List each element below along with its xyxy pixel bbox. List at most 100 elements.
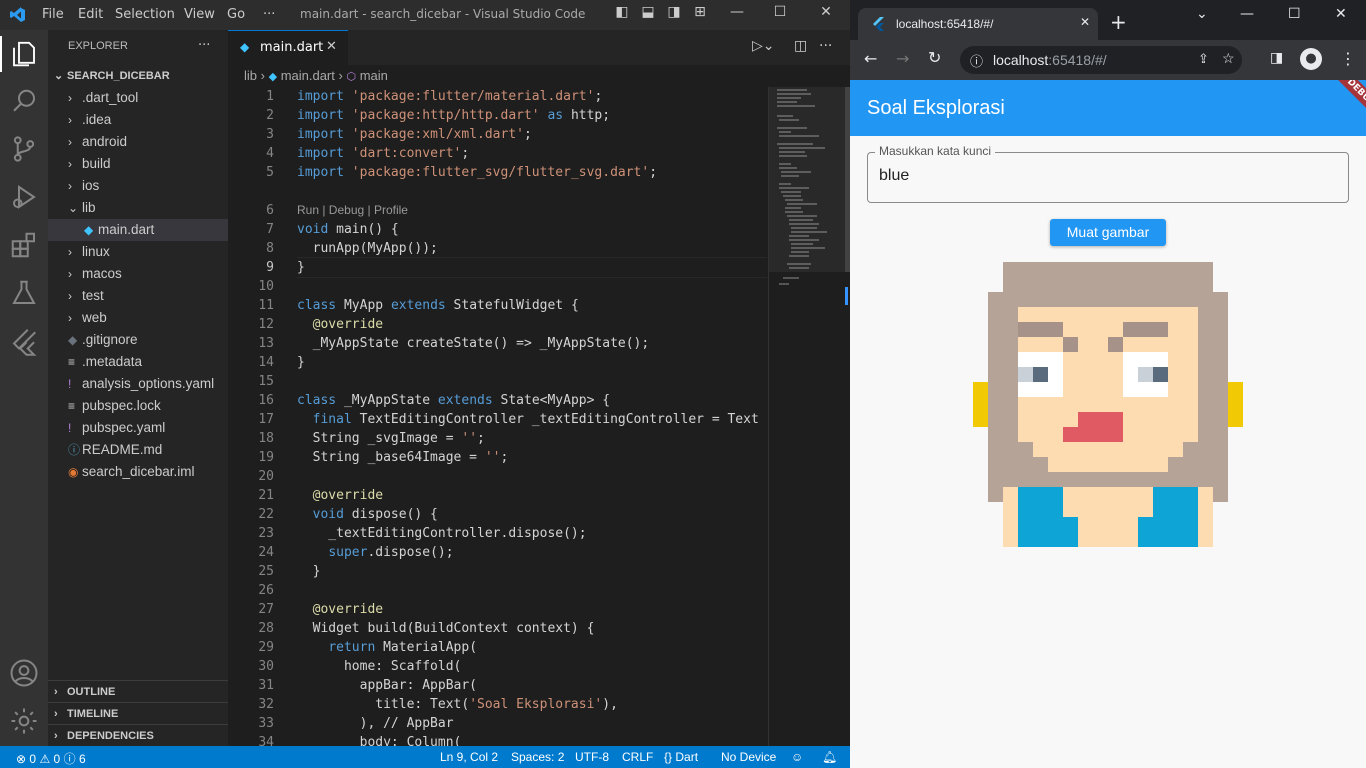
tab-close-icon[interactable]: ✕ — [326, 39, 337, 54]
menu-selection[interactable]: Selection — [115, 7, 175, 22]
customize-layout-icon[interactable]: ⊞ — [689, 4, 711, 26]
flutter-icon[interactable] — [9, 326, 39, 356]
explorer-item[interactable]: ⓘ README.md — [48, 439, 228, 461]
bookmark-star-icon[interactable]: ☆ — [1222, 50, 1235, 67]
explorer-item[interactable]: ◉ search_dicebar.iml — [48, 461, 228, 483]
explorer-item[interactable]: › .dart_tool — [48, 87, 228, 109]
explorer-item[interactable]: ◆ .gitignore — [48, 329, 228, 351]
explorer-item[interactable]: ! analysis_options.yaml — [48, 373, 228, 395]
toggle-secondary-sidebar-icon[interactable]: ◨ — [663, 4, 685, 26]
site-info-icon[interactable]: ⓘ — [970, 51, 983, 70]
tab-main-dart[interactable]: ◆ main.dart ✕ — [228, 30, 348, 65]
toggle-sidebar-icon[interactable]: ◧ — [611, 4, 633, 26]
explorer-item[interactable]: › test — [48, 285, 228, 307]
cursor-position[interactable]: Ln 9, Col 2 — [440, 750, 498, 764]
menu-edit[interactable]: Edit — [78, 7, 103, 22]
device-status[interactable]: No Device — [721, 750, 776, 764]
explorer-more-button[interactable]: ··· — [198, 38, 210, 53]
eol-status[interactable]: CRLF — [622, 750, 653, 764]
feedback-icon[interactable]: ☺ — [791, 750, 803, 764]
share-icon[interactable]: ⇪ — [1198, 51, 1209, 67]
explorer-item[interactable]: ! pubspec.yaml — [48, 417, 228, 439]
explorer-item[interactable]: › build — [48, 153, 228, 175]
explorer-item[interactable]: › web — [48, 307, 228, 329]
code-line: import 'package:flutter/material.dart'; — [297, 89, 603, 104]
minimize-icon[interactable]: — — [1240, 6, 1254, 22]
breadcrumb-lib[interactable]: lib — [244, 68, 257, 83]
panel-dependencies[interactable]: › DEPENDENCIES — [48, 724, 228, 746]
info-count: 6 — [78, 752, 86, 766]
load-image-button[interactable]: Muat gambar — [1050, 219, 1166, 246]
new-tab-icon[interactable]: + — [1110, 10, 1127, 34]
breadcrumb-symbol[interactable]: main — [360, 68, 388, 83]
explorer-item[interactable]: ◆ main.dart — [48, 219, 228, 241]
back-icon[interactable]: ← — [864, 49, 877, 68]
vscode-window: File Edit Selection View Go ··· main.dar… — [0, 0, 851, 768]
maximize-icon[interactable]: ☐ — [769, 4, 791, 26]
chrome-menu-icon[interactable]: ⋮ — [1340, 49, 1356, 68]
line-number — [228, 182, 274, 201]
notifications-bell-icon[interactable]: 🔔︎ — [822, 750, 837, 764]
explorer-item[interactable]: › ios — [48, 175, 228, 197]
explorer-item[interactable]: ⌄ lib — [48, 197, 228, 219]
source-control-icon[interactable] — [9, 134, 39, 164]
keyword-text-field[interactable]: Masukkan kata kunci blue — [867, 144, 1349, 203]
extensions-icon[interactable] — [9, 230, 39, 260]
explorer-item[interactable]: › macos — [48, 263, 228, 285]
panel-outline[interactable]: › OUTLINE — [48, 680, 228, 702]
code-line: class _MyAppState extends State<MyApp> { — [297, 393, 611, 408]
browser-tab-close-icon[interactable]: ✕ — [1080, 15, 1090, 29]
explorer-icon[interactable] — [9, 39, 39, 69]
settings-gear-icon[interactable] — [9, 706, 39, 736]
tab-search-icon[interactable]: ⌄ — [1196, 6, 1208, 22]
language-status[interactable]: {} Dart — [664, 750, 698, 764]
run-debug-icon[interactable] — [9, 182, 39, 212]
problems-status[interactable]: ⊗ 0 ⚠ 0 ⓘ 6 — [16, 750, 86, 767]
code-line: Widget build(BuildContext context) { — [297, 621, 595, 636]
side-panel-icon[interactable]: ◨ — [1270, 50, 1283, 66]
line-number: 29 — [258, 640, 274, 655]
status-bar: ⊗ 0 ⚠ 0 ⓘ 6 Ln 9, Col 2 Spaces: 2 UTF-8 … — [0, 746, 850, 768]
line-number: 1 — [266, 89, 274, 104]
close-icon[interactable]: ✕ — [815, 4, 837, 26]
explorer-item[interactable]: ≡ .metadata — [48, 351, 228, 373]
run-dropdown-icon[interactable]: ▷⌄ — [752, 38, 775, 54]
editor-more-icon[interactable]: ··· — [819, 38, 832, 54]
info-icon: ⓘ — [63, 752, 76, 766]
breadcrumb-file[interactable]: main.dart — [281, 68, 335, 83]
minimize-icon[interactable]: — — [726, 4, 748, 26]
profile-avatar-icon[interactable]: ● — [1300, 48, 1322, 70]
explorer-item[interactable]: › .idea — [48, 109, 228, 131]
menu-file[interactable]: File — [42, 7, 64, 22]
menu-view[interactable]: View — [184, 7, 215, 22]
codelens[interactable]: Run | Debug | Profile — [297, 201, 767, 220]
code-line: runApp(MyApp()); — [297, 241, 438, 256]
close-icon[interactable]: ✕ — [1335, 6, 1347, 22]
menu-more[interactable]: ··· — [263, 7, 275, 22]
browser-tab[interactable]: localhost:65418/#/ ✕ — [858, 8, 1098, 40]
code-line: } — [297, 564, 321, 579]
account-icon[interactable] — [9, 658, 39, 688]
explorer-item[interactable]: › android — [48, 131, 228, 153]
indentation-status[interactable]: Spaces: 2 — [511, 750, 564, 764]
reload-icon[interactable]: ↻ — [928, 48, 941, 67]
project-root[interactable]: ⌄ SEARCH_DICEBAR — [48, 65, 228, 87]
split-editor-icon[interactable]: ◫ — [794, 38, 807, 54]
minimap[interactable] — [768, 87, 851, 747]
search-icon[interactable] — [9, 87, 39, 117]
forward-icon[interactable]: → — [896, 49, 909, 68]
panel-timeline[interactable]: › TIMELINE — [48, 702, 228, 724]
code-editor[interactable]: import 'package:flutter/material.dart'; i… — [297, 87, 767, 747]
explorer-item-label: analysis_options.yaml — [82, 376, 215, 391]
address-bar[interactable]: ⓘ localhost:65418/#/ ⇪ ☆ — [960, 46, 1242, 74]
line-number: 20 — [258, 469, 274, 484]
url-text: localhost:65418/#/ — [993, 52, 1107, 68]
testing-icon[interactable] — [9, 278, 39, 308]
encoding-status[interactable]: UTF-8 — [575, 750, 609, 764]
explorer-item[interactable]: ≡ pubspec.lock — [48, 395, 228, 417]
menu-go[interactable]: Go — [227, 7, 245, 22]
maximize-icon[interactable]: ☐ — [1288, 6, 1301, 22]
toggle-panel-icon[interactable]: ⬓ — [637, 4, 659, 26]
warning-count: 0 — [53, 752, 61, 766]
explorer-item[interactable]: › linux — [48, 241, 228, 263]
